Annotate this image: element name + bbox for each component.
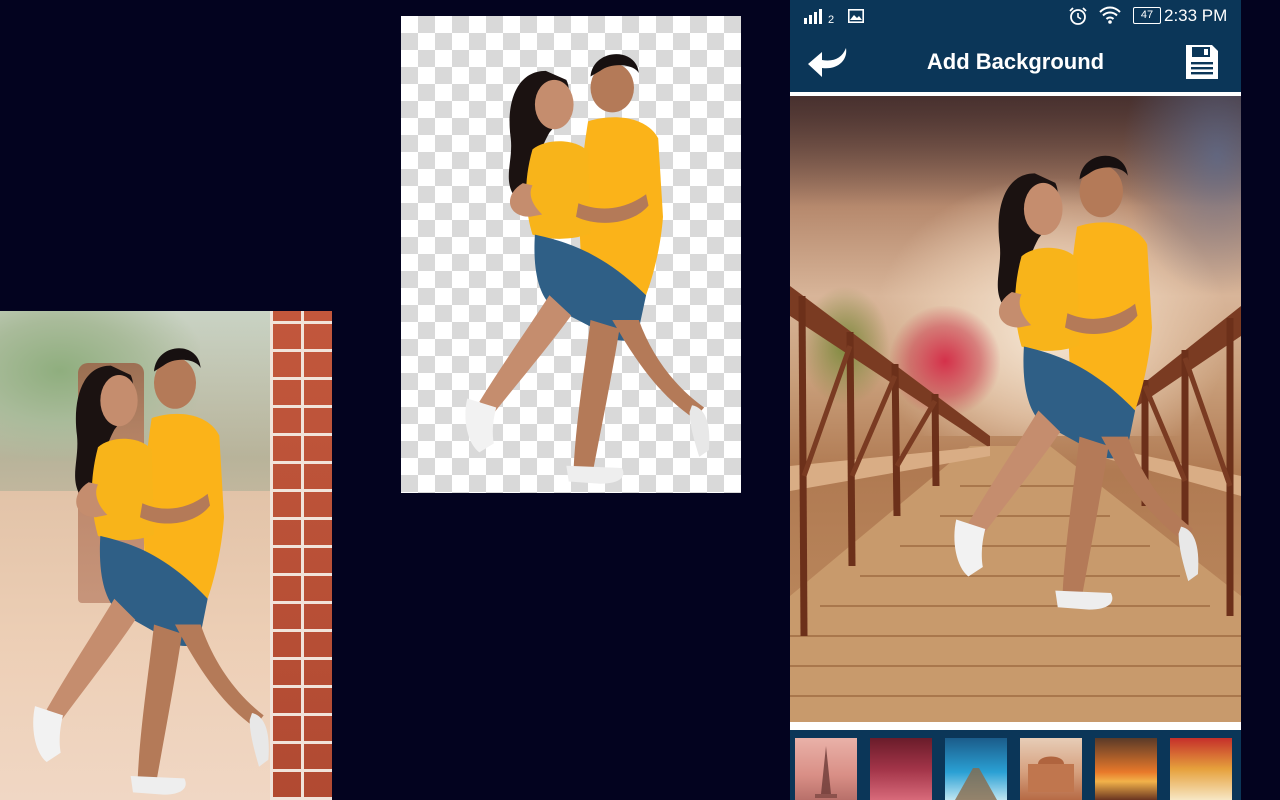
- palace-thumbnail[interactable]: [1020, 738, 1082, 800]
- red-garden-thumbnail[interactable]: [870, 738, 932, 800]
- signal-icon: [804, 6, 826, 29]
- blue-pier-thumbnail[interactable]: [945, 738, 1007, 800]
- couple-sticker[interactable]: [920, 126, 1210, 612]
- app-bar: Add Background: [790, 32, 1241, 92]
- status-bar: 2 47 2:33 PM: [790, 0, 1241, 32]
- page-title: Add Background: [926, 49, 1105, 74]
- eiffel-tower-thumbnail[interactable]: [795, 738, 857, 800]
- couple-figure: [0, 319, 280, 797]
- thumbnail-strip-bar: [790, 730, 1241, 800]
- save-icon: [1186, 45, 1218, 79]
- clock-time: 2:33 PM: [1164, 6, 1228, 25]
- phone-screen: 2 47 2:33 PM Add Background: [790, 0, 1241, 800]
- cutout-preview: [401, 16, 741, 493]
- original-photo: [0, 311, 332, 800]
- palace-icon: [1028, 756, 1074, 792]
- alarm-icon: [1068, 6, 1088, 31]
- background-thumbnail-strip: [790, 722, 1241, 800]
- red-street-thumbnail[interactable]: [1170, 738, 1232, 800]
- pier-icon: [955, 768, 997, 800]
- sunset-thumbnail[interactable]: [1095, 738, 1157, 800]
- couple-cutout: [431, 26, 721, 486]
- wifi-icon: [1098, 5, 1122, 30]
- battery-icon: 47: [1133, 7, 1161, 24]
- battery-level: 47: [1140, 9, 1154, 21]
- sim-index: 2: [828, 14, 835, 26]
- editor-canvas[interactable]: [790, 96, 1241, 722]
- eiffel-tower-icon: [815, 746, 837, 798]
- image-icon: [848, 8, 864, 28]
- save-button[interactable]: [1184, 43, 1220, 81]
